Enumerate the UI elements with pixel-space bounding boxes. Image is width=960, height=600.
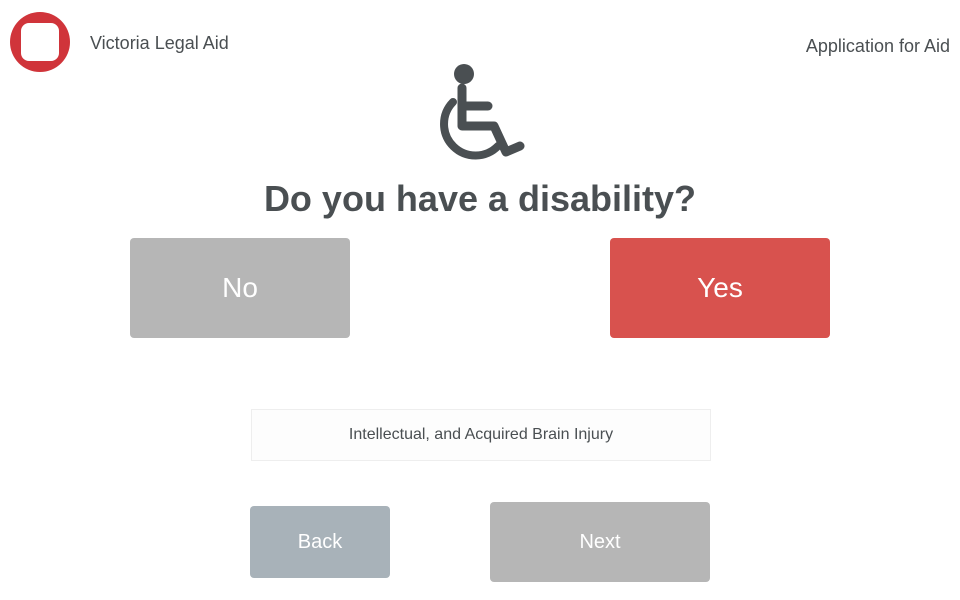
disability-type-text: Intellectual, and Acquired Brain Injury [348, 426, 614, 443]
wheelchair-icon [440, 64, 525, 160]
app-title: Application for Aid [805, 36, 950, 56]
disability-type-info: Intellectual, and Acquired Brain Injury [251, 409, 711, 461]
next-button[interactable]: Next [490, 502, 710, 582]
victoria-legal-aid-logo [10, 12, 70, 72]
no-button[interactable]: No [130, 238, 350, 338]
back-button-label: Back [297, 530, 343, 553]
back-button[interactable]: Back [250, 506, 390, 578]
org-name: Victoria Legal Aid [90, 33, 229, 53]
no-button-label: No [222, 272, 258, 303]
next-button-label: Next [579, 530, 621, 553]
yes-button[interactable]: Yes [610, 238, 830, 338]
logo-inner-square [21, 23, 59, 61]
yes-button-label: Yes [697, 272, 743, 303]
question-heading: Do you have a disability? [263, 178, 697, 219]
application-page: Victoria Legal Aid Application for Aid D… [0, 0, 960, 600]
